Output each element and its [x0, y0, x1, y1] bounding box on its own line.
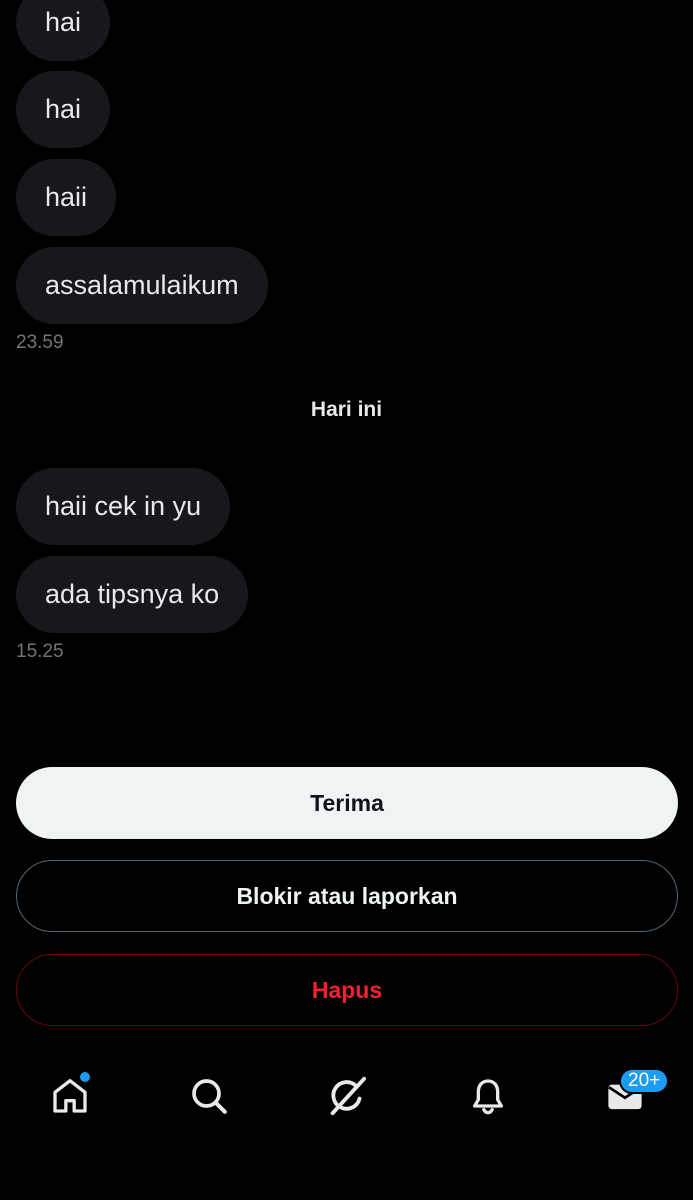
message-bubble[interactable]: assalamulaikum: [16, 247, 268, 324]
search-icon: [192, 1079, 227, 1114]
message-text: haii cek in yu: [45, 491, 202, 521]
message-text: assalamulaikum: [45, 270, 239, 300]
accept-button-label: Terima: [310, 789, 384, 816]
bell-icon: [473, 1079, 503, 1115]
message-bubble[interactable]: hai: [16, 0, 111, 61]
message-text: haii: [45, 182, 88, 212]
day-divider: Hari ini: [310, 398, 383, 421]
nav-messages[interactable]: 20+: [601, 1068, 670, 1120]
home-icon: [53, 1079, 87, 1113]
message-text: ada tipsnya ko: [45, 579, 220, 609]
nav-notifications[interactable]: [464, 1072, 512, 1120]
delete-button[interactable]: Hapus: [16, 954, 678, 1026]
message-text: hai: [45, 94, 82, 124]
grok-icon: [330, 1076, 367, 1116]
message-bubble[interactable]: haii cek in yu: [16, 468, 231, 545]
nav-home[interactable]: [46, 1072, 94, 1120]
message-bubble[interactable]: ada tipsnya ko: [16, 556, 249, 633]
block-or-report-button[interactable]: Blokir atau laporkan: [16, 860, 678, 932]
message-bubble[interactable]: haii: [16, 159, 117, 236]
nav-search[interactable]: [185, 1072, 233, 1120]
block-or-report-button-label: Blokir atau laporkan: [236, 882, 458, 909]
message-timestamp: 23.59: [16, 332, 64, 353]
notification-dot: [80, 1072, 90, 1082]
nav-grok[interactable]: [324, 1072, 372, 1120]
message-count-badge: 20+: [619, 1068, 670, 1094]
message-bubble[interactable]: hai: [16, 71, 111, 148]
accept-button[interactable]: Terima: [16, 767, 678, 839]
message-timestamp: 15.25: [16, 641, 64, 662]
bottom-navigation: 20+: [0, 1050, 693, 1145]
message-text: hai: [45, 7, 82, 37]
delete-button-label: Hapus: [311, 976, 383, 1003]
